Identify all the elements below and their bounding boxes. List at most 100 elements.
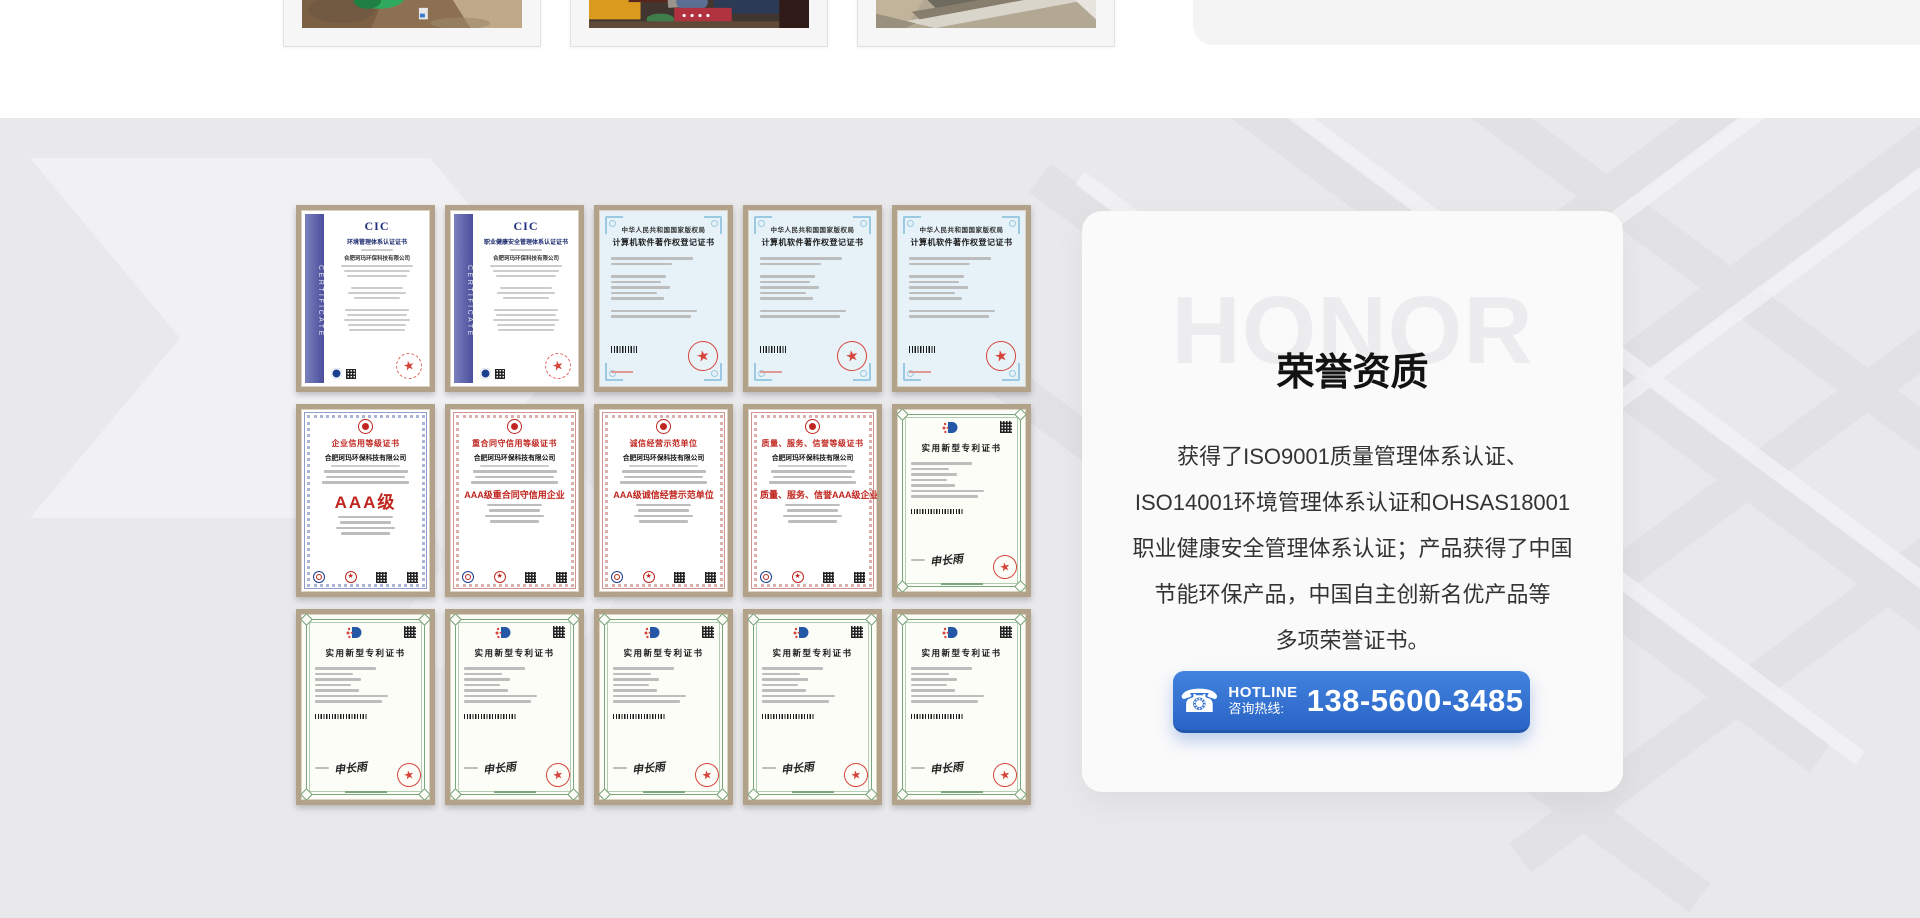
- certificate-patent[interactable]: 实用新型专利证书 申长雨 ★: [892, 404, 1031, 597]
- text-line: [634, 515, 693, 518]
- text-line: [611, 310, 697, 313]
- credit-association-icon: [611, 571, 623, 583]
- text-line: [760, 292, 806, 295]
- issuing-authority: 中华人民共和国国家版权局: [760, 224, 865, 234]
- barcode-icon: [911, 509, 963, 514]
- text-line: [613, 695, 686, 698]
- text-line: [315, 689, 359, 692]
- certificate-patent[interactable]: 实用新型专利证书 申长雨 ★: [892, 609, 1031, 805]
- text-line: [315, 695, 388, 698]
- cic-certificate-ribbon: CERTIFICATE: [305, 214, 324, 383]
- certificate-credit[interactable]: 诚信经营示范单位 合肥珂玛环保科技有限公司 AAA级诚信经营示范单位 ★: [594, 404, 733, 597]
- project-photo-card-1[interactable]: [283, 0, 541, 47]
- project-photo-card-3[interactable]: [857, 0, 1115, 47]
- text-line: [510, 249, 541, 251]
- text-line: [760, 315, 840, 318]
- credit-emblem-icon: [507, 419, 522, 434]
- certificate-grade: AAA级诚信经营示范单位: [611, 488, 716, 501]
- previous-section-panel: [1193, 0, 1920, 45]
- barcode-icon: [315, 714, 367, 719]
- phone-icon: ☎: [1180, 685, 1220, 717]
- credit-association-icon: [313, 571, 325, 583]
- commissioner-signature: 申长雨: [482, 758, 516, 777]
- hotline-button[interactable]: ☎ HOTLINE 咨询热线: 138-5600-3485: [1173, 671, 1530, 733]
- credit-association-icon: [760, 571, 772, 583]
- certificate-cic[interactable]: CERTIFICATE CIC 职业健康安全管理体系认证证书 合肥珂玛环保科技有…: [445, 205, 584, 392]
- text-line: [760, 257, 842, 260]
- corner-ornament-icon: [1002, 216, 1020, 234]
- certificate-grade: AAA级: [313, 488, 418, 513]
- project-photo-card-2[interactable]: [570, 0, 828, 47]
- certificate-footer: ★: [313, 571, 418, 583]
- certificate-grade: 质量、服务、信誉AAA级企业: [760, 488, 865, 501]
- construction-photo-3: [876, 0, 1096, 28]
- certificate-patent[interactable]: 实用新型专利证书 申长雨 ★: [296, 609, 435, 805]
- certificate-header: [315, 626, 416, 645]
- certificate-credit[interactable]: 重合同守信用等级证书 合肥珂玛环保科技有限公司 AAA级重合同守信用企业 ★: [445, 404, 584, 597]
- certificate-footer: ★: [331, 353, 422, 379]
- description-line: 获得了ISO9001质量管理体系认证、: [1082, 434, 1623, 480]
- red-seal-icon: ★: [394, 351, 425, 382]
- text-line: [911, 695, 984, 698]
- text-line: [911, 462, 972, 465]
- text-line: [361, 249, 392, 251]
- certificate-patent[interactable]: 实用新型专利证书 申长雨 ★: [445, 609, 584, 805]
- certificate-patent[interactable]: 实用新型专利证书 申长雨 ★: [743, 609, 882, 805]
- certificate-body: 实用新型专利证书: [897, 409, 1026, 525]
- credit-association-icon: [462, 571, 474, 583]
- text-line: [785, 504, 840, 507]
- certificate-copyright[interactable]: 中华人民共和国国家版权局 计算机软件著作权登记证书 ★: [743, 205, 882, 392]
- certificate-title: 实用新型专利证书: [911, 647, 1012, 659]
- cnipa-logo-icon: [932, 421, 958, 440]
- text-line: [493, 319, 559, 321]
- honor-card: HONOR 荣誉资质 获得了ISO9001质量管理体系认证、 ISO14001环…: [1082, 211, 1623, 792]
- commissioner-signature: 申长雨: [929, 550, 963, 569]
- text-line: [762, 678, 808, 681]
- text-line: [464, 684, 500, 687]
- text-line: [787, 509, 837, 512]
- text-line: [464, 767, 478, 770]
- cnipa-logo-icon: [932, 626, 958, 645]
- text-line: [909, 292, 955, 295]
- certificate-cic[interactable]: CERTIFICATE CIC 环境管理体系认证证书 合肥珂玛环保科技有限公司 …: [296, 205, 435, 392]
- qr-code-icon: [376, 572, 387, 583]
- text-line: [909, 257, 991, 260]
- certificate-footer: ★: [480, 353, 571, 379]
- text-line: [909, 297, 962, 300]
- certificate-title: 诚信经营示范单位: [611, 438, 716, 449]
- certificate-title: 计算机软件著作权登记证书: [760, 237, 865, 248]
- certificate-title: 实用新型专利证书: [911, 442, 1012, 454]
- certificate-copyright[interactable]: 中华人民共和国国家版权局 计算机软件著作权登记证书 ★: [892, 205, 1031, 392]
- certificate-copyright[interactable]: 中华人民共和国国家版权局 计算机软件著作权登记证书 ★: [594, 205, 733, 392]
- certificate-credit[interactable]: 质量、服务、信誉等级证书 合肥珂玛环保科技有限公司 质量、服务、信誉AAA级企业…: [743, 404, 882, 597]
- barcode-icon: [762, 714, 814, 719]
- text-line: [611, 286, 670, 289]
- text-line: [909, 275, 964, 278]
- commissioner-signature: 申长雨: [780, 758, 814, 777]
- certificate-title: 实用新型专利证书: [613, 647, 714, 659]
- certificate-body: 实用新型专利证书: [301, 614, 430, 730]
- section-title: 荣誉资质: [1082, 341, 1623, 396]
- certificate-body: 质量、服务、信誉等级证书 合肥珂玛环保科技有限公司 质量、服务、信誉AAA级企业: [748, 409, 877, 532]
- cic-logo: CIC: [480, 219, 572, 234]
- cic-certificate-ribbon: CERTIFICATE: [454, 214, 473, 383]
- certificate-footer: [450, 791, 579, 794]
- text-line: [909, 263, 970, 266]
- text-line: [344, 270, 410, 272]
- corner-ornament-icon: [853, 216, 871, 234]
- text-line: [326, 476, 406, 479]
- certificate-grid: CERTIFICATE CIC 环境管理体系认证证书 合肥珂玛环保科技有限公司 …: [296, 205, 1031, 805]
- certificate-credit[interactable]: 企业信用等级证书 合肥珂玛环保科技有限公司 AAA级 ★: [296, 404, 435, 597]
- text-line: [315, 673, 353, 676]
- text-line: [503, 297, 549, 299]
- certificate-footer: [748, 791, 877, 794]
- text-line: [498, 329, 553, 331]
- text-line: [315, 678, 361, 681]
- certificate-patent[interactable]: 实用新型专利证书 申长雨 ★: [594, 609, 733, 805]
- barcode-icon: [613, 714, 665, 719]
- company-name: 合肥珂玛环保科技有限公司: [480, 254, 572, 262]
- text-line: [636, 504, 691, 507]
- text-line: [349, 329, 404, 331]
- certificate-header: [464, 626, 565, 645]
- certificate-title: 重合同守信用等级证书: [462, 438, 567, 449]
